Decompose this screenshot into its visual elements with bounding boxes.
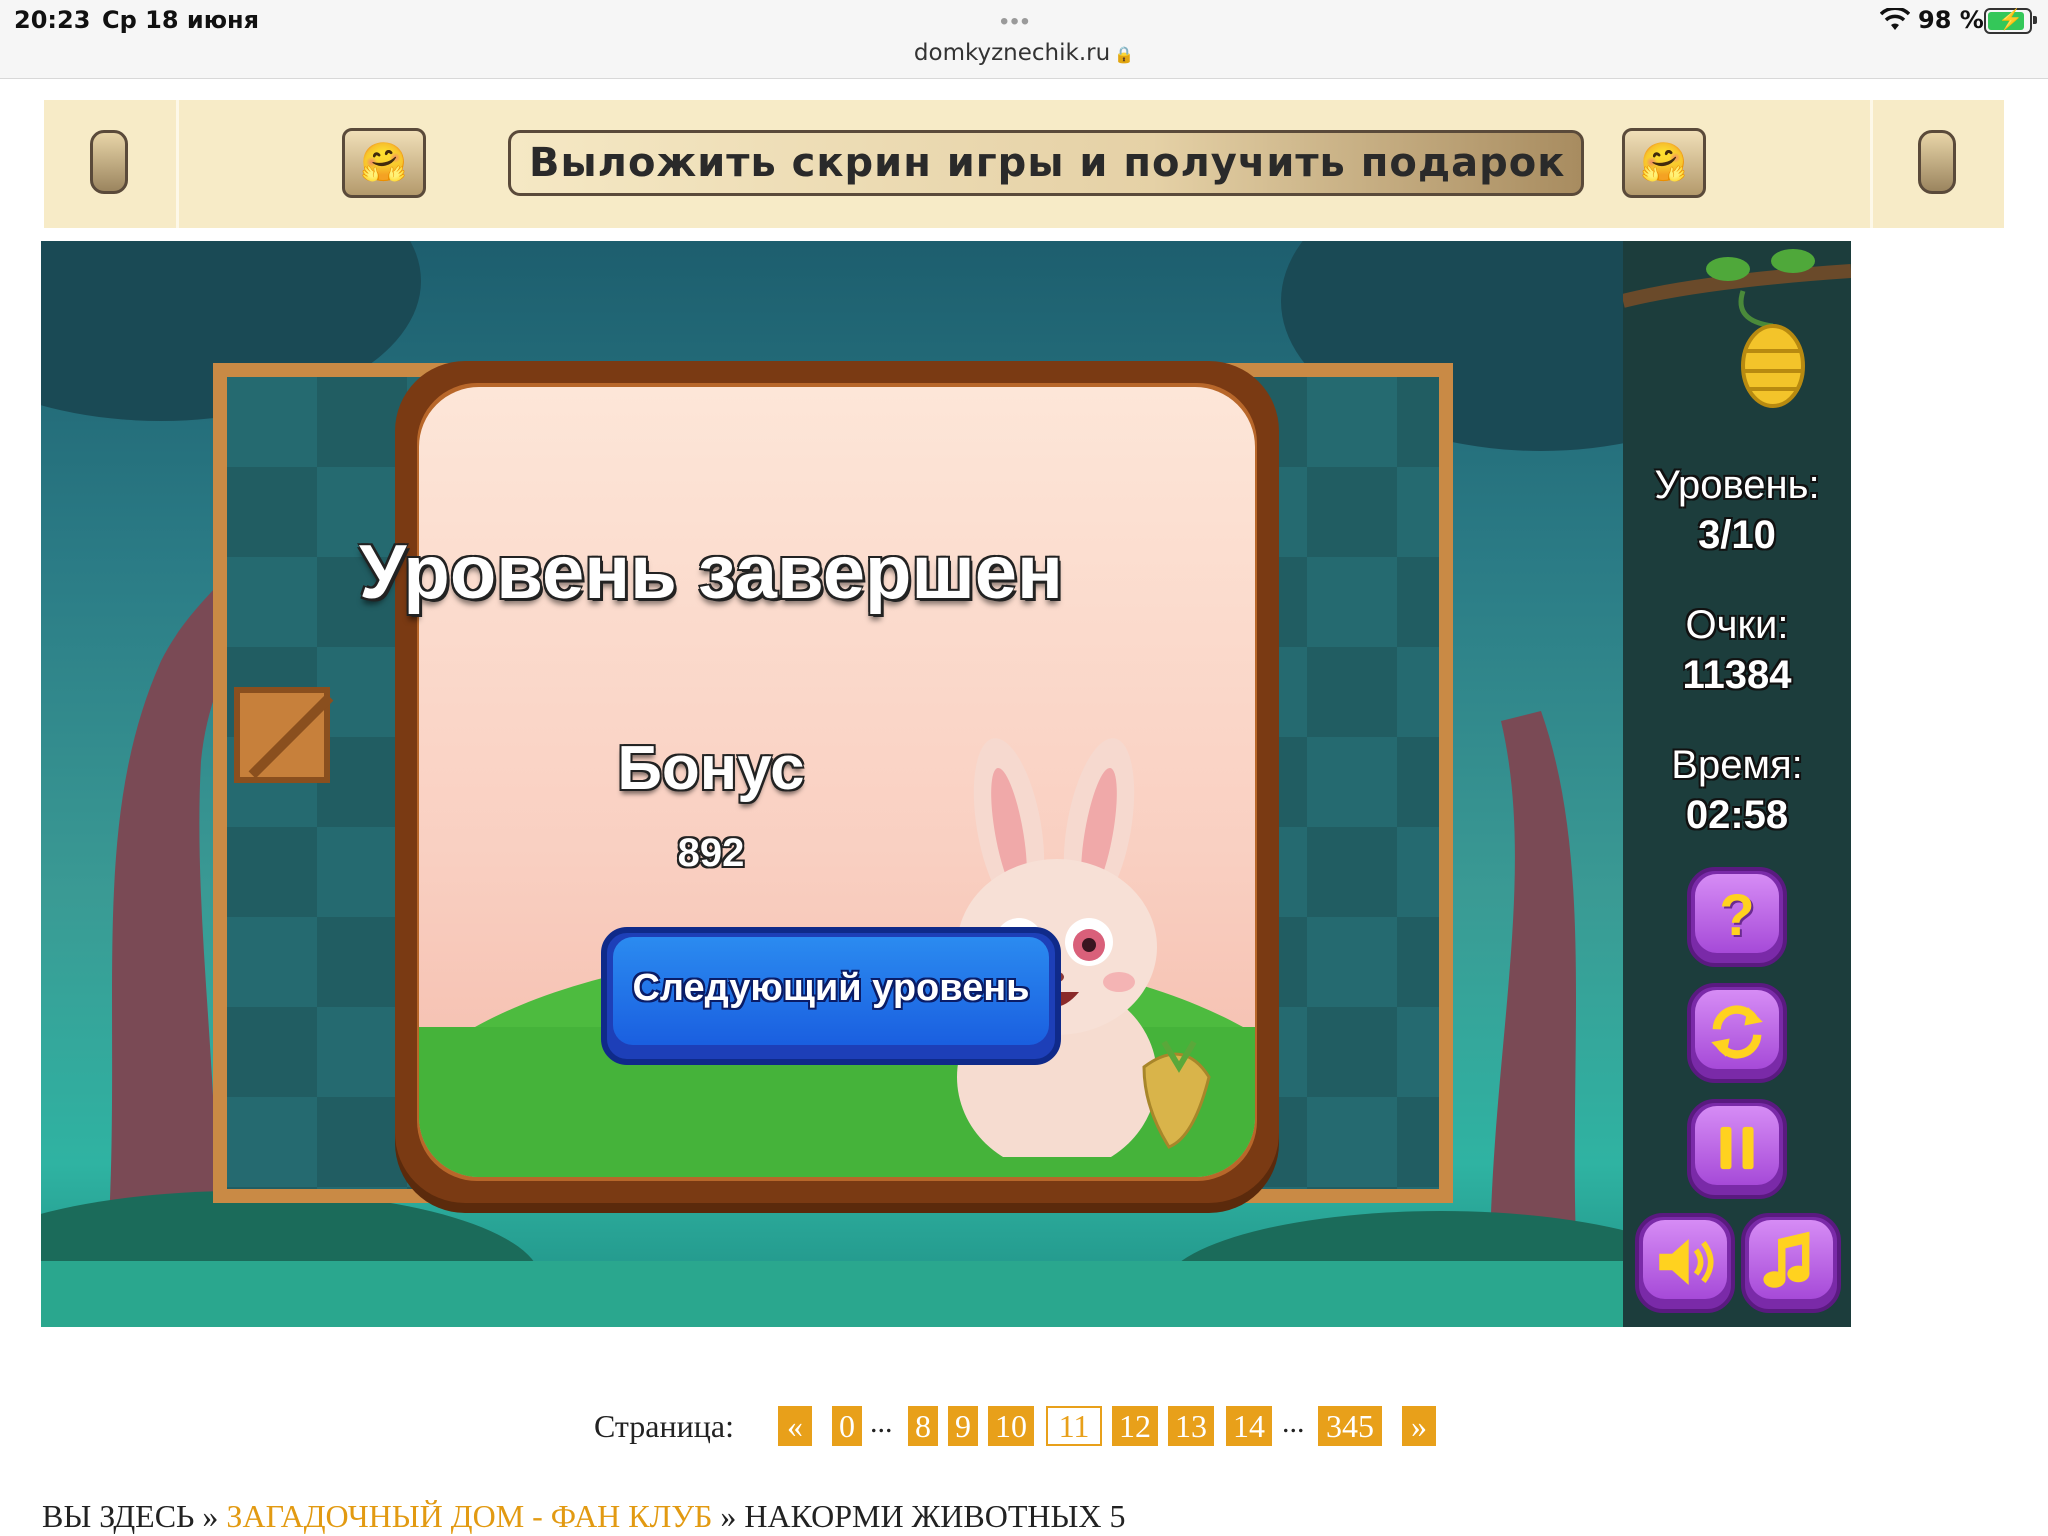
breadcrumb-current: НАКОРМИ ЖИВОТНЫХ 5 [744, 1498, 1126, 1534]
page-current: 11 [1046, 1406, 1102, 1446]
hug-emoji-icon[interactable]: 🤗 [1622, 128, 1706, 198]
restart-button[interactable] [1687, 983, 1787, 1083]
pagination-label: Страница: [594, 1408, 734, 1444]
level-value: 3/10 [1698, 513, 1776, 557]
page-link[interactable]: 0 [832, 1406, 862, 1446]
hug-emoji-icon[interactable]: 🤗 [342, 128, 426, 198]
banner-pill-left [90, 130, 128, 194]
banner-divider [176, 100, 179, 228]
breadcrumb-separator: » [720, 1498, 737, 1534]
help-button[interactable]: ? [1687, 867, 1787, 967]
breadcrumb: ВЫ ЗДЕСЬ » ЗАГАДОЧНЫЙ ДОМ - ФАН КЛУБ » Н… [42, 1498, 1126, 1535]
page-prev[interactable]: « [778, 1406, 812, 1446]
music-button[interactable] [1741, 1213, 1841, 1313]
date: Ср 18 июня [102, 6, 260, 34]
sound-button[interactable] [1635, 1213, 1735, 1313]
address-bar[interactable]: domkyznechik.ru 🔒 [0, 40, 2048, 66]
score-value: 11384 [1682, 653, 1792, 697]
clock: 20:23 [14, 6, 91, 34]
restart-icon [1711, 1005, 1763, 1059]
time-label: Время: [1671, 743, 1803, 787]
battery-percent: 98 % [1918, 6, 1984, 34]
next-level-label: Следующий уровень [632, 967, 1030, 1009]
page-next[interactable]: » [1402, 1406, 1436, 1446]
page-link[interactable]: 14 [1226, 1406, 1272, 1446]
score-label: Очки: [1685, 603, 1789, 647]
banner-divider [1870, 100, 1873, 228]
url-text: domkyznechik.ru [913, 40, 1111, 66]
pagination-ellipsis: ... [870, 1406, 893, 1439]
page-link[interactable]: 10 [988, 1406, 1034, 1446]
page-link[interactable]: 345 [1318, 1406, 1382, 1446]
more-dots-icon[interactable]: ••• [1000, 8, 1031, 36]
help-icon: ? [1719, 883, 1755, 948]
game-canvas[interactable]: Уровень завершен Бонус 892 Следующий уро… [41, 241, 1851, 1327]
promo-banner: 🤗 Выложить скрин игры и получить подарок… [44, 100, 2004, 228]
bonus-label: Бонус [617, 734, 805, 803]
page-link[interactable]: 8 [908, 1406, 938, 1446]
battery-icon: ⚡ [1984, 8, 2037, 34]
page-link[interactable]: 13 [1168, 1406, 1214, 1446]
beehive-decoration [1623, 249, 1851, 408]
dialog-title: Уровень завершен [359, 530, 1063, 615]
pause-icon [1720, 1126, 1754, 1170]
breadcrumb-here: ВЫ ЗДЕСЬ [42, 1498, 195, 1534]
music-note-icon [1763, 1231, 1810, 1288]
speaker-icon [1659, 1239, 1714, 1285]
bonus-value: 892 [677, 831, 745, 875]
lock-icon: 🔒 [1114, 45, 1135, 64]
status-bar: 20:23 Ср 18 июня ••• domkyznechik.ru 🔒 98… [0, 0, 2048, 79]
page-link[interactable]: 12 [1112, 1406, 1158, 1446]
promo-link[interactable]: Выложить скрин игры и получить подарок [508, 130, 1584, 196]
time-value: 02:58 [1685, 793, 1789, 837]
page-link[interactable]: 9 [948, 1406, 978, 1446]
level-label: Уровень: [1654, 463, 1820, 507]
pagination-ellipsis: ... [1282, 1406, 1305, 1439]
breadcrumb-separator: » [202, 1498, 219, 1534]
banner-pill-right [1918, 130, 1956, 194]
pause-button[interactable] [1687, 1099, 1787, 1199]
wifi-icon [1880, 8, 1910, 30]
next-level-button[interactable]: Следующий уровень [601, 927, 1061, 1065]
breadcrumb-link[interactable]: ЗАГАДОЧНЫЙ ДОМ - ФАН КЛУБ [226, 1498, 712, 1534]
